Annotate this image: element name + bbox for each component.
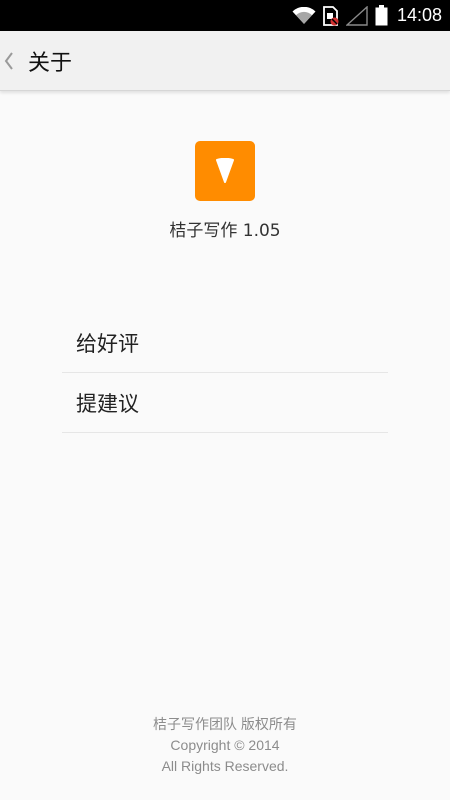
action-bar: 关于 (0, 31, 450, 91)
menu-item-label: 给好评 (76, 331, 139, 356)
menu-list: 给好评 提建议 (62, 313, 388, 433)
page-title: 关于 (28, 50, 73, 76)
status-bar: 14:08 (0, 0, 450, 31)
status-time: 14:08 (396, 5, 442, 25)
sim-card-icon (323, 5, 339, 26)
battery-icon (375, 5, 388, 26)
wifi-icon (292, 6, 316, 25)
signal-icon (345, 5, 368, 26)
rate-app-item[interactable]: 给好评 (62, 313, 388, 373)
app-logo-icon (195, 141, 255, 201)
back-button[interactable] (0, 31, 24, 90)
feedback-item[interactable]: 提建议 (62, 373, 388, 433)
app-name-version: 桔子写作 1.05 (169, 221, 281, 241)
footer: 桔子写作团队 版权所有 Copyright © 2014 All Rights … (0, 714, 450, 777)
chevron-left-icon (4, 51, 14, 71)
footer-rights: All Rights Reserved. (161, 758, 289, 774)
footer-copyright: Copyright © 2014 (170, 737, 280, 753)
footer-team: 桔子写作团队 版权所有 (153, 716, 297, 732)
menu-item-label: 提建议 (76, 391, 139, 416)
